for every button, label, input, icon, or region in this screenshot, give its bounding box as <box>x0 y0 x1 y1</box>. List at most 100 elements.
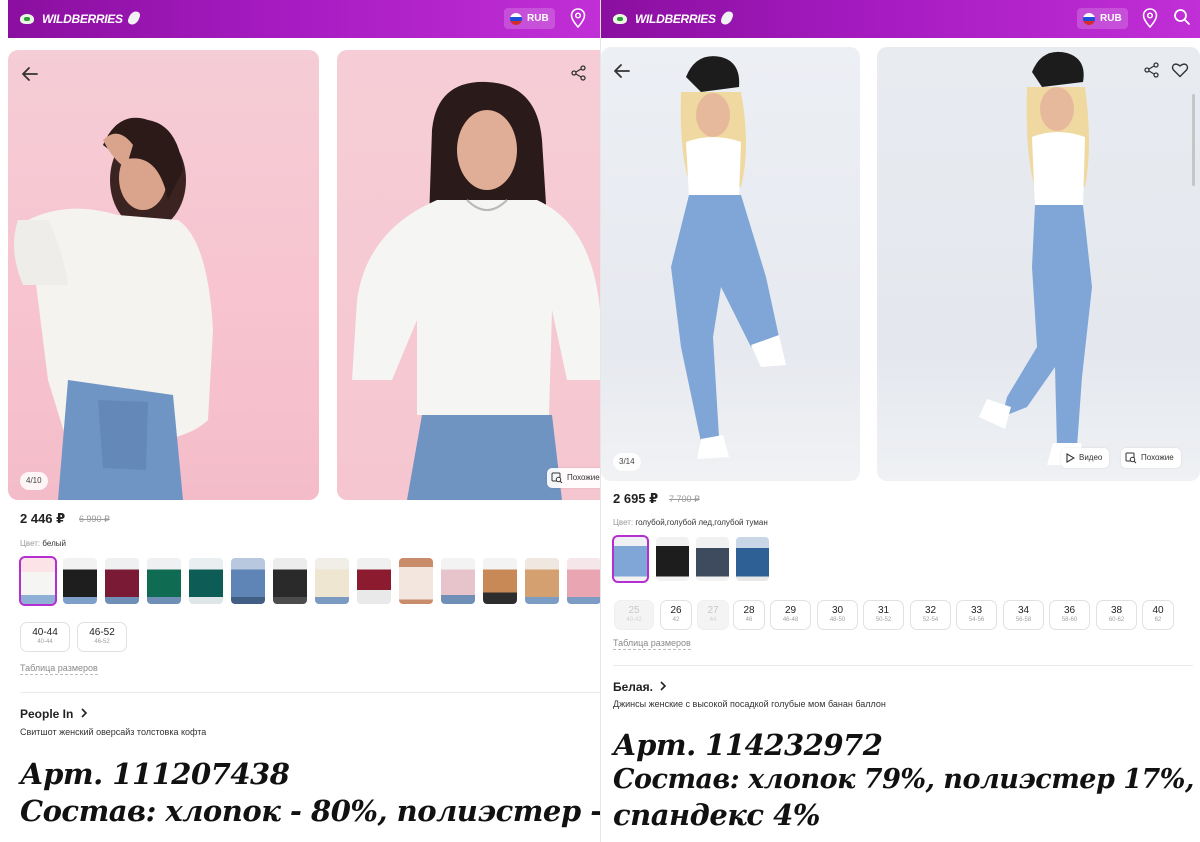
size-sub: 40-44 <box>37 639 53 645</box>
color-swatch[interactable] <box>525 558 559 604</box>
logo-flower-icon <box>20 12 38 26</box>
brand-link[interactable]: Белая. <box>613 680 667 694</box>
size-option[interactable]: 29 46-48 <box>770 600 811 630</box>
color-swatch[interactable] <box>612 535 649 583</box>
size-option[interactable]: 40-44 40-44 <box>20 622 70 652</box>
back-arrow-icon[interactable] <box>612 61 632 81</box>
logo-text: WILDBERRIES <box>635 12 716 26</box>
product-description: Свитшот женский оверсайз толстовка кофта <box>20 727 207 737</box>
size-main: 32 <box>924 605 937 616</box>
share-icon[interactable] <box>1143 61 1161 79</box>
wildberries-logo[interactable]: WILDBERRIES <box>613 9 734 29</box>
location-pin-icon[interactable] <box>570 8 586 28</box>
size-sub: 62 <box>1154 617 1162 623</box>
photo-counter: 4/10 <box>20 472 48 490</box>
size-main: 38 <box>1110 605 1123 616</box>
product-photo-1[interactable]: 4/10 <box>8 50 319 500</box>
currency-label: RUB <box>1100 13 1122 24</box>
size-option[interactable]: 26 42 <box>660 600 692 630</box>
back-arrow-icon[interactable] <box>20 64 40 84</box>
color-swatch[interactable] <box>696 537 729 581</box>
size-main: 34 <box>1017 605 1030 616</box>
size-option[interactable]: 27 44 <box>697 600 729 630</box>
similar-button[interactable]: Похожие <box>547 468 600 488</box>
article-annotation: Арт. 111207438 <box>20 757 290 791</box>
size-sub: 46 <box>745 617 753 623</box>
size-table-link[interactable]: Таблица размеров <box>613 638 691 650</box>
size-table-link[interactable]: Таблица размеров <box>20 663 98 675</box>
color-swatch[interactable] <box>567 558 600 604</box>
size-main: 26 <box>670 605 682 616</box>
product-photo-2[interactable]: Похожие <box>337 50 600 500</box>
color-swatch[interactable] <box>399 558 433 604</box>
size-option[interactable]: 36 58-60 <box>1049 600 1090 630</box>
size-option[interactable]: 34 56-58 <box>1003 600 1044 630</box>
logo-text: WILDBERRIES <box>42 12 123 26</box>
size-sub: 46-52 <box>94 639 110 645</box>
product-photo-2[interactable]: Видео Похожие <box>877 47 1200 481</box>
wildberries-logo[interactable]: WILDBERRIES <box>20 9 141 29</box>
similar-icon <box>551 472 563 484</box>
brand-link[interactable]: People In <box>20 707 88 721</box>
current-price: 2 695 ₽ <box>613 491 659 506</box>
size-sub: 46-48 <box>782 617 799 623</box>
size-option[interactable]: 32 52-54 <box>910 600 951 630</box>
video-label: Видео <box>1079 453 1103 462</box>
color-swatch[interactable] <box>656 537 689 581</box>
color-swatch[interactable] <box>315 558 349 604</box>
color-swatch[interactable] <box>273 558 307 604</box>
color-line: Цвет: голубой,голубой лед,голубой туман <box>613 518 768 527</box>
currency-label: RUB <box>527 13 549 24</box>
article-annotation: Арт. 114232972 <box>613 728 883 762</box>
size-main: 46-52 <box>89 627 115 638</box>
size-main: 36 <box>1063 605 1076 616</box>
color-swatch[interactable] <box>147 558 181 604</box>
color-swatch[interactable] <box>231 558 265 604</box>
size-sub: 56-58 <box>1015 617 1032 623</box>
currency-selector[interactable]: RUB <box>504 8 555 29</box>
heart-icon[interactable] <box>1171 61 1189 79</box>
video-button[interactable]: Видео <box>1061 448 1110 468</box>
color-swatch[interactable] <box>189 558 223 604</box>
location-pin-icon[interactable] <box>1142 8 1158 28</box>
size-option[interactable]: 30 48-50 <box>817 600 858 630</box>
currency-selector[interactable]: RUB <box>1077 8 1128 29</box>
color-swatch[interactable] <box>63 558 97 604</box>
divider <box>20 692 600 693</box>
size-option[interactable]: 28 46 <box>733 600 765 630</box>
right-product-screen: WILDBERRIES RUB 3/14 Видео Похожие 2 695… <box>601 0 1200 842</box>
size-sub: 48-50 <box>829 617 846 623</box>
size-option[interactable]: 38 60-62 <box>1096 600 1137 630</box>
share-icon[interactable] <box>570 64 588 82</box>
similar-icon <box>1125 452 1137 464</box>
size-sub: 44 <box>709 617 717 623</box>
size-main: 29 <box>784 605 797 616</box>
size-main: 31 <box>877 605 890 616</box>
size-main: 30 <box>831 605 844 616</box>
color-swatch[interactable] <box>483 558 517 604</box>
color-swatch[interactable] <box>19 556 57 606</box>
color-label: Цвет: <box>613 518 634 527</box>
size-option[interactable]: 31 50-52 <box>863 600 904 630</box>
flag-icon <box>1083 12 1095 25</box>
logo-tail-icon <box>720 11 734 27</box>
color-swatch[interactable] <box>105 558 139 604</box>
size-option[interactable]: 40 62 <box>1142 600 1174 630</box>
size-option[interactable]: 33 54-56 <box>956 600 997 630</box>
left-product-screen: WILDBERRIES RUB 4/10 Похожие 2 446 ₽ 6 9… <box>0 0 600 842</box>
similar-button[interactable]: Похожие <box>1121 448 1181 468</box>
color-swatch[interactable] <box>441 558 475 604</box>
model-front-illustration <box>352 81 600 500</box>
product-photo-1[interactable]: 3/14 <box>601 47 860 481</box>
logo-tail-icon <box>127 11 141 27</box>
size-option[interactable]: 25 40-42 <box>614 600 654 630</box>
model-jeans-side-illustration <box>979 51 1092 465</box>
search-icon[interactable] <box>1173 8 1191 26</box>
scrollbar-thumb[interactable] <box>1192 94 1195 186</box>
color-swatch[interactable] <box>357 558 391 604</box>
color-swatch[interactable] <box>736 537 769 581</box>
size-option[interactable]: 46-52 46-52 <box>77 622 127 652</box>
size-sub: 54-56 <box>968 617 985 623</box>
chevron-right-icon <box>81 708 87 718</box>
size-main: 40 <box>1152 605 1164 616</box>
